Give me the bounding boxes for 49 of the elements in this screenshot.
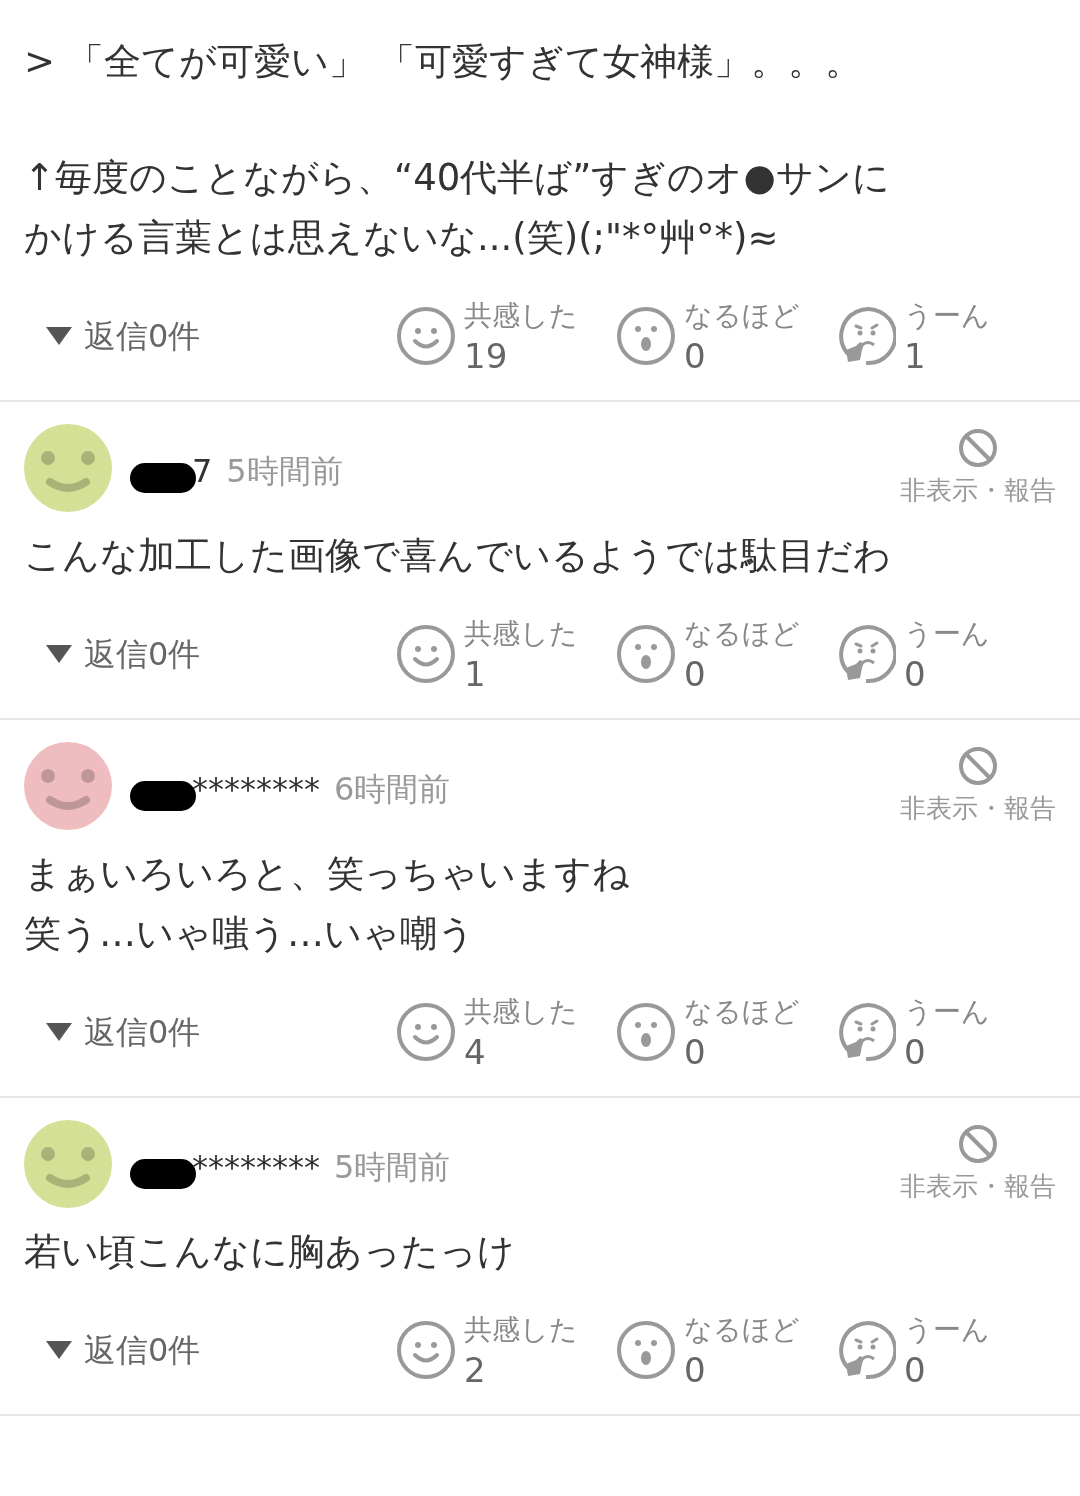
caret-icon [46,327,72,345]
comment-text: 若い頃こんなに胸あったっけ [24,1229,516,1275]
thinking-face-icon [836,624,896,684]
reaction-button[interactable]: うーん 0 [836,614,1056,694]
comment-text: ↑毎度のことながら、“40代半ば”すぎのオ●サンに [24,155,891,201]
comment-text: こんな加工した画像で喜んでいるようでは駄目だわ [24,533,892,579]
block-icon [958,1124,998,1164]
username[interactable]: ******** [192,1143,320,1191]
reaction-button[interactable]: うーん 1 [836,296,1056,376]
reaction-button[interactable]: なるほど 0 [616,614,836,694]
post-time: 5時間前 [334,1147,451,1188]
username[interactable]: 7 [192,447,213,495]
username[interactable]: ******** [192,765,320,813]
reaction-button[interactable]: うーん 0 [836,1310,1056,1390]
smile-icon [396,624,456,684]
replies-toggle[interactable]: 返信0件 [46,1326,396,1374]
thinking-face-icon [836,1320,896,1380]
caret-icon [46,645,72,663]
thinking-face-icon [836,1002,896,1062]
reaction-button[interactable]: なるほど 0 [616,1310,836,1390]
surprised-face-icon [616,306,676,366]
reaction-button[interactable]: うーん 0 [836,992,1056,1072]
smile-icon [396,1002,456,1062]
smile-icon [396,1320,456,1380]
redaction-mark [130,463,196,493]
surprised-face-icon [616,1002,676,1062]
replies-toggle[interactable]: 返信0件 [46,630,396,678]
comment-text: かける言葉とは思えないな...(笑)(;"*°艸°*)≈ [24,215,780,261]
reaction-button[interactable]: 共感した 4 [396,992,616,1072]
post-time: 6時間前 [334,769,451,810]
thinking-face-icon [836,306,896,366]
block-icon [958,746,998,786]
surprised-face-icon [616,624,676,684]
reaction-button[interactable]: 共感した 2 [396,1310,616,1390]
reaction-button[interactable]: なるほど 0 [616,992,836,1072]
replies-toggle[interactable]: 返信0件 [46,1008,396,1056]
reaction-button[interactable]: 共感した 19 [396,296,616,376]
comment-text: 笑う…いゃ嗤う…いゃ嘲う [24,911,476,957]
comment-text: まぁいろいろと、笑っちゃいますね [24,851,631,897]
smile-icon [396,306,456,366]
reaction-button[interactable]: 共感した 1 [396,614,616,694]
replies-toggle[interactable]: 返信0件 [46,312,396,360]
reaction-button[interactable]: なるほど 0 [616,296,836,376]
surprised-face-icon [616,1320,676,1380]
caret-icon [46,1341,72,1359]
caret-icon [46,1023,72,1041]
block-icon [958,428,998,468]
comment-text: > 「全てが可愛い」 「可愛すぎて女神様」。。。 [24,39,863,85]
post-time: 5時間前 [226,451,343,492]
